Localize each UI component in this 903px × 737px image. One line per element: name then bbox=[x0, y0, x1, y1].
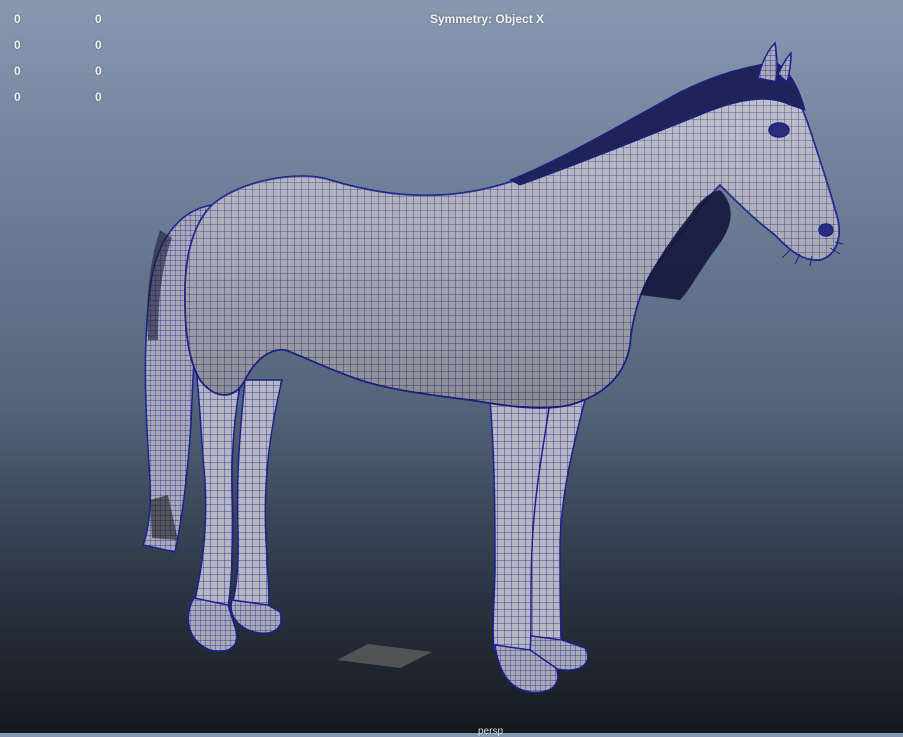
hind-hoof-near[interactable] bbox=[187, 597, 238, 652]
poly-count-row: 0 0 bbox=[0, 12, 120, 26]
camera-name-label: persp bbox=[478, 726, 504, 737]
horse-eye[interactable] bbox=[768, 122, 790, 138]
poly-count-row: 0 0 bbox=[0, 64, 120, 78]
poly-count-row: 0 0 bbox=[0, 38, 120, 52]
body-shading bbox=[184, 70, 840, 408]
poly-count-right: 0 bbox=[95, 90, 102, 104]
hind-leg-far[interactable] bbox=[231, 379, 283, 611]
poly-count-right: 0 bbox=[95, 64, 102, 78]
poly-count-left: 0 bbox=[14, 90, 21, 104]
symmetry-status: Symmetry: Object X bbox=[430, 12, 545, 26]
hind-hoof-far[interactable] bbox=[230, 599, 282, 634]
ground-plane-patch bbox=[337, 644, 432, 668]
poly-count-right: 0 bbox=[95, 12, 102, 26]
horse-ear-left[interactable] bbox=[757, 41, 778, 83]
poly-count-left: 0 bbox=[14, 38, 21, 52]
poly-count-right: 0 bbox=[95, 38, 102, 52]
scene-canvas[interactable] bbox=[0, 0, 903, 733]
poly-count-left: 0 bbox=[14, 64, 21, 78]
horse-nostril[interactable] bbox=[818, 223, 834, 237]
3d-viewport[interactable]: Symmetry: Object X 0 0 0 0 0 0 0 0 persp bbox=[0, 0, 903, 737]
poly-count-left: 0 bbox=[14, 12, 21, 26]
poly-count-row: 0 0 bbox=[0, 90, 120, 104]
